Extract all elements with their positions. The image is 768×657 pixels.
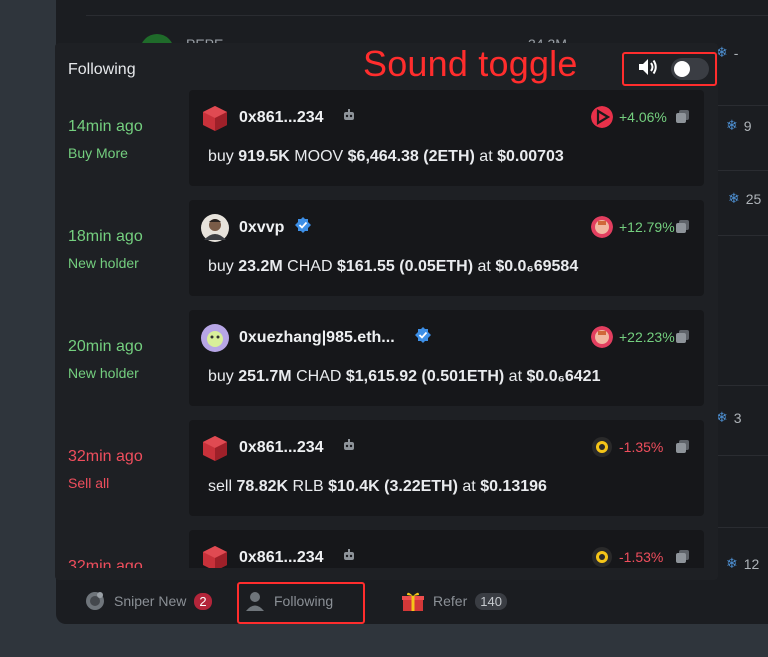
feed-item: 20min ago New holder 0xuezhang|985.eth..…	[55, 310, 718, 406]
nav-sniper-new[interactable]: Sniper New 2	[84, 590, 212, 612]
feed-item: 18min ago New holder 0xvvp +12.79% buy 2…	[55, 200, 718, 296]
bottom-navigation: Sniper New 2 Following Refer 140	[56, 580, 718, 624]
bot-icon	[344, 109, 354, 120]
chad-token-icon	[591, 216, 613, 238]
feed-item-action: Sell all	[68, 475, 110, 491]
person-avatar	[201, 214, 229, 242]
price-change: +4.06%	[619, 109, 667, 125]
nav-sniper-label: Sniper New	[114, 593, 187, 609]
background-row-divider	[718, 235, 768, 236]
price-change: +22.23%	[619, 329, 675, 345]
popup-title: Following	[68, 61, 136, 78]
feed-item-meta: 32min ago	[68, 558, 143, 568]
feed-item: 32min ago Sell all 0x861...234 -1.35% se…	[55, 420, 718, 516]
gift-icon	[402, 592, 424, 611]
user-icon	[246, 592, 264, 611]
price-change: -1.53%	[619, 549, 664, 565]
background-metric: ❄ 12	[726, 555, 760, 572]
trade-description: sell 78.82K RLB $10.4K (3.22ETH) at $0.1…	[208, 478, 547, 495]
trader-name[interactable]: 0x861...234	[239, 549, 324, 567]
speaker-icon[interactable]	[637, 57, 659, 82]
feed-item-time: 32min ago	[68, 448, 143, 465]
sound-switch-knob	[674, 61, 690, 77]
background-row-divider	[718, 527, 768, 528]
trader-name[interactable]: 0xvvp	[239, 219, 284, 237]
background-metric: ❄ 3	[716, 409, 742, 426]
snowflake-icon: ❄	[726, 117, 738, 133]
sniper-count-badge: 2	[194, 592, 212, 610]
trade-card[interactable]: 0xvvp +12.79% buy 23.2M CHAD $161.55 (0.…	[189, 200, 704, 296]
feed-item-action: New holder	[68, 255, 139, 271]
feed-item-meta: 32min ago Sell all	[68, 448, 143, 491]
copy-icon[interactable]	[676, 440, 689, 453]
sound-toggle[interactable]	[622, 52, 717, 86]
feed-item-action: Buy More	[68, 145, 128, 161]
chad-token-icon	[591, 326, 613, 348]
price-change: -1.35%	[619, 439, 664, 455]
rlb-token-icon	[592, 437, 612, 457]
red-cube-avatar	[203, 106, 227, 131]
trade-description: buy 919.5K MOOV $6,464.38 (2ETH) at $0.0…	[208, 148, 564, 165]
nav-following[interactable]: Following	[244, 590, 333, 612]
nav-refer[interactable]: Refer 140	[401, 590, 507, 612]
rlb-token-icon	[592, 547, 612, 567]
background-row-divider	[718, 170, 768, 171]
background-row-divider	[718, 455, 768, 456]
snowflake-icon: ❄	[728, 190, 740, 206]
feed-item-time: 18min ago	[68, 228, 143, 245]
background-row-divider	[718, 105, 768, 106]
verified-icon	[295, 217, 311, 233]
sound-toggle-annotation: Sound toggle	[363, 43, 578, 84]
background-metric: ❄ -	[716, 44, 739, 61]
cartoon-avatar	[201, 324, 229, 352]
copy-icon[interactable]	[676, 220, 689, 233]
following-popup: Following Sound toggle 14min ago Buy Mor…	[55, 43, 718, 580]
feed-item-action: New holder	[68, 365, 139, 381]
trade-card[interactable]: 0x861...234 -1.53%	[189, 530, 704, 568]
feed-item-time: 32min ago	[68, 558, 143, 568]
trade-card[interactable]: 0x861...234 +4.06% buy 919.5K MOOV $6,46…	[189, 90, 704, 186]
copy-icon[interactable]	[676, 110, 689, 123]
sniper-icon	[86, 592, 104, 610]
trade-description: buy 23.2M CHAD $161.55 (0.05ETH) at $0.0…	[208, 258, 579, 275]
trade-description: buy 251.7M CHAD $1,615.92 (0.501ETH) at …	[208, 368, 601, 385]
sound-switch[interactable]	[671, 58, 709, 80]
bot-icon	[344, 549, 354, 560]
trader-name[interactable]: 0xuezhang|985.eth...	[239, 329, 395, 347]
feed-item-meta: 18min ago New holder	[68, 228, 143, 271]
feed-item: 32min ago 0x861...234 -1.53%	[55, 530, 718, 568]
feed-item: 14min ago Buy More 0x861...234 +4.06% bu…	[55, 90, 718, 186]
copy-icon[interactable]	[676, 330, 689, 343]
verified-icon	[415, 327, 431, 343]
background-row-divider	[718, 385, 768, 386]
background-metric: ❄ 9	[726, 117, 752, 134]
trade-card[interactable]: 0xuezhang|985.eth... +22.23% buy 251.7M …	[189, 310, 704, 406]
bot-icon	[344, 439, 354, 450]
nav-refer-label: Refer	[433, 593, 468, 609]
feed-item-meta: 20min ago New holder	[68, 338, 143, 381]
refer-count-badge: 140	[475, 592, 507, 610]
feed-item-time: 20min ago	[68, 338, 143, 355]
feed-item-time: 14min ago	[68, 118, 143, 135]
trader-name[interactable]: 0x861...234	[239, 439, 324, 457]
red-cube-avatar	[203, 546, 227, 568]
copy-icon[interactable]	[676, 550, 689, 563]
price-change: +12.79%	[619, 219, 675, 235]
trade-card[interactable]: 0x861...234 -1.35% sell 78.82K RLB $10.4…	[189, 420, 704, 516]
snowflake-icon: ❄	[726, 555, 738, 571]
red-cube-avatar	[203, 436, 227, 461]
background-top-strip	[86, 0, 768, 16]
following-feed: 14min ago Buy More 0x861...234 +4.06% bu…	[55, 90, 718, 568]
background-metric: ❄ 25	[728, 190, 762, 207]
feed-item-meta: 14min ago Buy More	[68, 118, 143, 161]
trader-name[interactable]: 0x861...234	[239, 109, 324, 127]
moov-token-icon	[591, 106, 613, 128]
nav-following-label: Following	[274, 593, 334, 609]
